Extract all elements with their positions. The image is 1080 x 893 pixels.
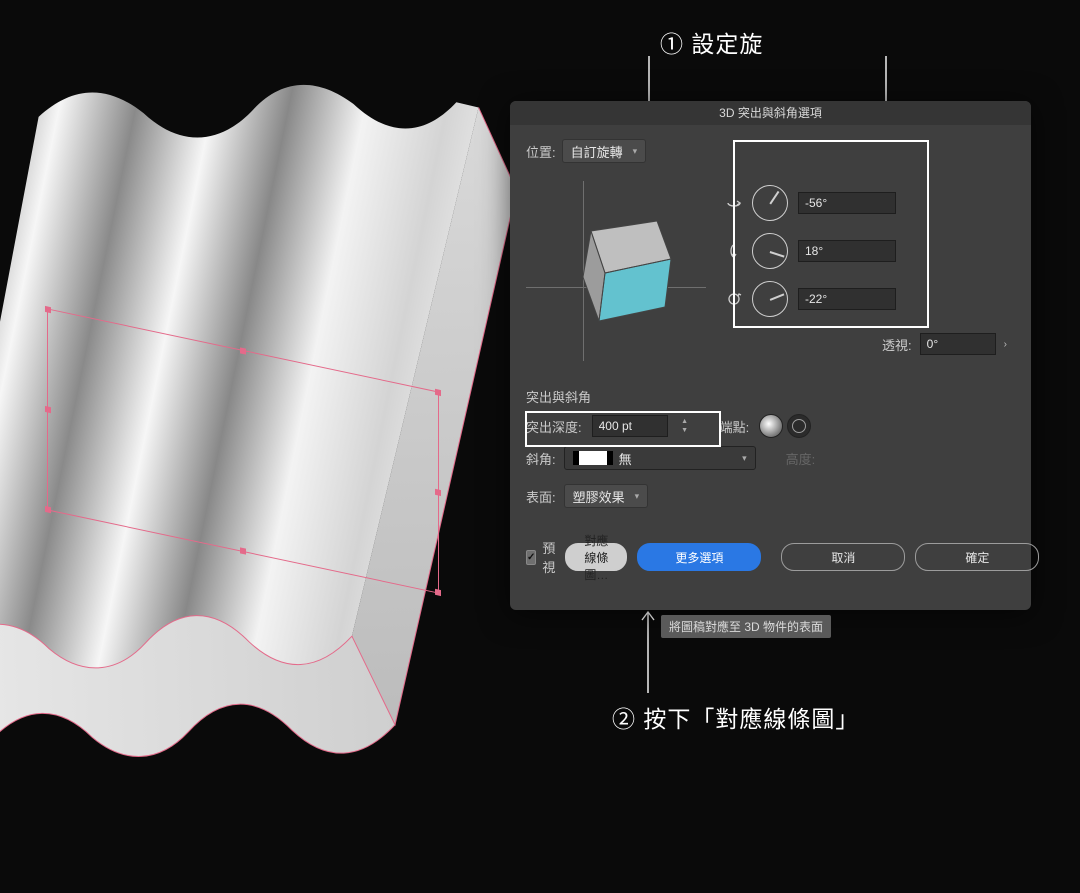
bevel-label: 斜角:: [526, 449, 556, 468]
annotation-2: ② 按下「對應線條圖」: [612, 700, 859, 734]
depth-stepper[interactable]: ▲▼: [678, 415, 692, 437]
rotation-cube-preview[interactable]: [526, 171, 716, 371]
preview-label: 預視: [542, 538, 555, 576]
x-rotation-input[interactable]: [798, 192, 896, 214]
surface-value: 塑膠效果: [573, 487, 625, 506]
surface-label: 表面:: [526, 487, 556, 506]
perspective-stepper[interactable]: ›: [1004, 339, 1007, 350]
extrude-depth-label: 突出深度:: [526, 417, 582, 436]
annotation-1: ① 設定旋: [660, 25, 763, 59]
more-options-button[interactable]: 更多選項: [637, 543, 761, 571]
rotate-x-icon: [726, 195, 742, 211]
rotate-z-icon: [726, 291, 742, 307]
y-rotation-input[interactable]: [798, 240, 896, 262]
cap-on-button[interactable]: [759, 414, 783, 438]
perspective-input[interactable]: [920, 333, 996, 355]
cap-off-button[interactable]: [787, 414, 811, 438]
extrude-bevel-section-header: 突出與斜角: [526, 387, 1015, 406]
3d-extrude-bevel-dialog: 3D 突出與斜角選項 位置: 自訂旋轉 ▾: [510, 101, 1031, 610]
selection-bounding-box: [47, 308, 439, 593]
dialog-title: 3D 突出與斜角選項: [510, 101, 1031, 125]
bevel-select[interactable]: 無 ▾: [564, 446, 756, 470]
position-select[interactable]: 自訂旋轉 ▾: [562, 139, 647, 163]
surface-select[interactable]: 塑膠效果 ▾: [564, 484, 649, 508]
bevel-value: 無: [619, 449, 734, 468]
y-rotation-dial[interactable]: [752, 233, 788, 269]
cap-label: 端點:: [720, 417, 750, 436]
chevron-down-icon: ▾: [633, 146, 638, 157]
preview-checkbox[interactable]: ✓: [526, 550, 536, 565]
z-rotation-input[interactable]: [798, 288, 896, 310]
position-value: 自訂旋轉: [571, 142, 623, 161]
ok-button[interactable]: 確定: [915, 543, 1039, 571]
position-label: 位置:: [526, 142, 556, 161]
perspective-label: 透視:: [882, 335, 912, 354]
tooltip-map-art: 將圖稿對應至 3D 物件的表面: [661, 615, 831, 638]
chevron-down-icon: ▾: [635, 491, 640, 502]
map-art-button[interactable]: 對應線條圖…: [565, 543, 627, 571]
cancel-button[interactable]: 取消: [781, 543, 905, 571]
x-rotation-dial[interactable]: [752, 185, 788, 221]
chevron-down-icon: ▾: [734, 453, 755, 464]
rotate-y-icon: [726, 243, 742, 259]
bevel-preview-icon: [573, 451, 613, 465]
bevel-height-label: 高度:: [786, 449, 816, 468]
extrude-depth-input[interactable]: [592, 415, 668, 437]
z-rotation-dial[interactable]: [752, 281, 788, 317]
